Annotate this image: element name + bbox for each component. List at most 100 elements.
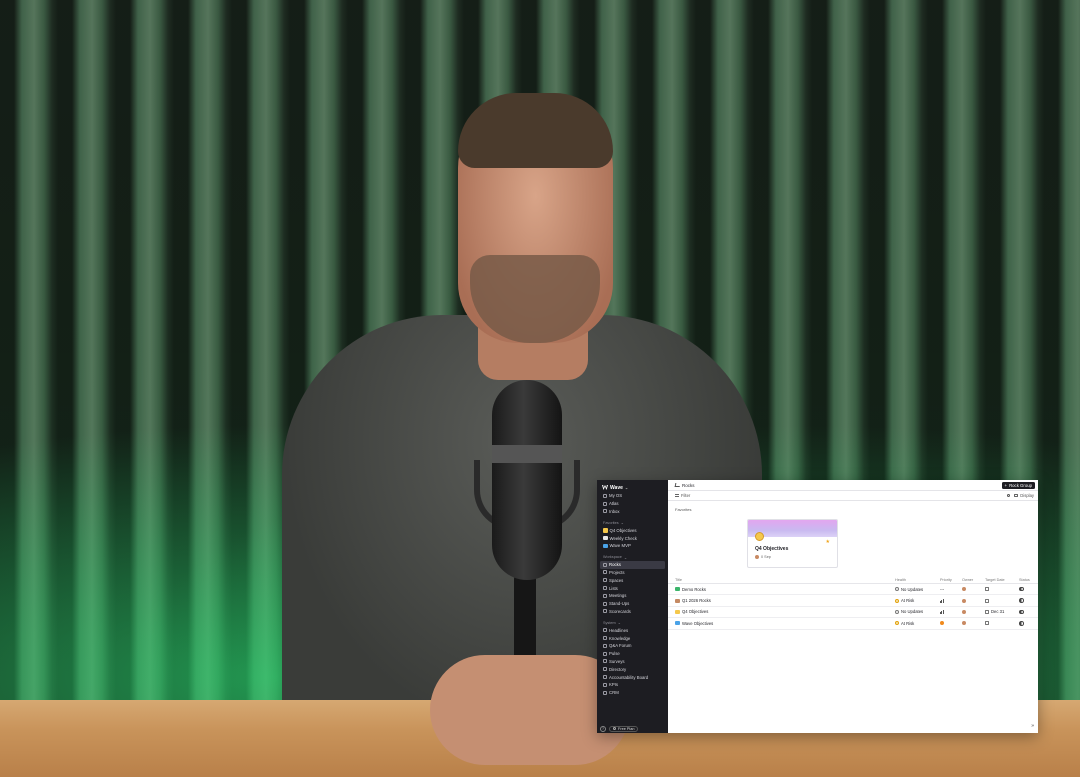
star-icon[interactable]: ★ bbox=[826, 539, 830, 545]
help-button[interactable]: ? bbox=[600, 725, 606, 732]
sidebar-item-surveys[interactable]: Surveys bbox=[600, 658, 665, 666]
row-priority[interactable]: --- bbox=[940, 584, 944, 594]
collapse-icon[interactable]: » bbox=[1031, 723, 1034, 729]
sidebar-item-lists[interactable]: Lists bbox=[600, 584, 665, 592]
row-target-date[interactable]: Dec 31 bbox=[985, 607, 1004, 617]
sidebar-item-rocks[interactable]: Rocks bbox=[600, 560, 665, 569]
row-owner[interactable] bbox=[962, 607, 966, 617]
projects-icon bbox=[603, 570, 607, 575]
sidebar-item-crm[interactable]: CRM bbox=[600, 689, 665, 697]
sidebar-item-my-os[interactable]: My OS bbox=[600, 492, 665, 500]
sidebar-item-spaces[interactable]: Spaces bbox=[600, 576, 665, 584]
knowledge-icon bbox=[603, 636, 607, 641]
sidebar-item-accountability-board[interactable]: Accountability Board bbox=[600, 673, 665, 681]
view-tools: Display bbox=[1006, 493, 1034, 498]
system-section-label[interactable]: System ⌄ bbox=[600, 619, 665, 626]
sidebar-item-wave-mvp[interactable]: Wave MVP bbox=[600, 542, 665, 550]
workspace-switcher[interactable]: Wave ⌄ bbox=[600, 483, 665, 492]
sidebar-item-knowledge[interactable]: Knowledge bbox=[600, 634, 665, 642]
sidebar-item-q4-objectives[interactable]: Q4 Objectives bbox=[600, 526, 665, 534]
col-status[interactable]: Status bbox=[1019, 576, 1030, 583]
row-priority[interactable] bbox=[940, 618, 944, 628]
row-status[interactable] bbox=[1019, 607, 1024, 617]
microphone-band bbox=[492, 445, 562, 463]
sidebar-item-label: Headlines bbox=[609, 627, 629, 633]
workspace-name: Wave bbox=[610, 484, 623, 491]
sidebar-item-label: Weekly Check bbox=[609, 535, 637, 541]
row-health[interactable]: At Risk bbox=[895, 595, 914, 605]
sidebar-item-q-a-forum[interactable]: Q&A Forum bbox=[600, 642, 665, 650]
new-rock-group-button[interactable]: + Rock Group bbox=[1001, 481, 1035, 489]
row-priority[interactable] bbox=[940, 607, 944, 617]
sidebar-item-label: Wave MVP bbox=[609, 543, 631, 549]
sidebar-item-label: Projects bbox=[609, 569, 625, 575]
sidebar-item-stand-ups[interactable]: Stand-Ups bbox=[600, 600, 665, 608]
search-icon[interactable] bbox=[1006, 493, 1011, 498]
plan-button[interactable]: Free Plan bbox=[609, 725, 639, 732]
row-target-date[interactable] bbox=[985, 595, 991, 605]
inbox-icon bbox=[603, 509, 607, 514]
calendar-icon bbox=[985, 598, 989, 603]
sidebar-item-atlas[interactable]: Atlas bbox=[600, 500, 665, 508]
sidebar-item-scorecards[interactable]: Scorecards bbox=[600, 608, 665, 616]
row-health[interactable]: At Risk bbox=[895, 618, 914, 628]
calendar-icon bbox=[985, 609, 989, 614]
microphone bbox=[492, 380, 562, 580]
sidebar-item-label: Rocks bbox=[609, 562, 621, 568]
health-icon bbox=[895, 598, 899, 603]
sidebar-item-meetings[interactable]: Meetings bbox=[600, 592, 665, 600]
sidebar-item-inbox[interactable]: Inbox bbox=[600, 508, 665, 516]
table-row[interactable]: Q1 2026 Rocks At Risk bbox=[668, 595, 1038, 607]
col-owner[interactable]: Owner bbox=[962, 576, 973, 583]
col-health[interactable]: Health bbox=[895, 576, 906, 583]
avatar bbox=[962, 609, 966, 614]
table-row[interactable]: Wave Objectives At Risk bbox=[668, 618, 1038, 630]
row-target-date[interactable] bbox=[985, 618, 991, 628]
main-panel: Rocks + Rock Group Filter Display Favori… bbox=[668, 480, 1038, 733]
row-priority[interactable] bbox=[940, 595, 944, 605]
col-target-date[interactable]: Target Date bbox=[985, 576, 1005, 583]
row-health[interactable]: No Updates bbox=[895, 584, 923, 594]
status-icon bbox=[1019, 609, 1024, 615]
row-status[interactable] bbox=[1019, 618, 1024, 628]
sidebar-item-label: Inbox bbox=[609, 508, 620, 514]
favorites-heading: Favorites bbox=[675, 507, 692, 512]
row-health[interactable]: No Updates bbox=[895, 607, 923, 617]
row-status[interactable] bbox=[1019, 584, 1024, 594]
table-row[interactable]: Q4 Objectives No Updates Dec 31 bbox=[668, 607, 1038, 619]
sidebar-item-label: Q&A Forum bbox=[609, 643, 632, 649]
filter-icon bbox=[675, 494, 679, 497]
breadcrumb: Rocks bbox=[674, 482, 695, 488]
sidebar-item-projects[interactable]: Projects bbox=[600, 569, 665, 577]
sidebar-item-label: Lists bbox=[609, 585, 618, 591]
col-title[interactable]: Title bbox=[675, 576, 682, 583]
display-button[interactable]: Display bbox=[1014, 493, 1034, 498]
priority-bars-icon bbox=[940, 609, 944, 614]
col-priority[interactable]: Priority bbox=[940, 576, 952, 583]
favorites-section-label[interactable]: Favorites ⌄ bbox=[600, 519, 665, 526]
breadcrumb-label: Rocks bbox=[682, 482, 695, 488]
calendar-icon bbox=[985, 621, 989, 626]
row-status[interactable] bbox=[1019, 595, 1024, 605]
sidebar-item-weekly-check[interactable]: Weekly Check bbox=[600, 534, 665, 542]
row-owner[interactable] bbox=[962, 595, 966, 605]
sidebar-item-label: Knowledge bbox=[609, 635, 631, 641]
row-title: Demo Rocks bbox=[675, 584, 706, 594]
workspace-section-label[interactable]: Workspace ⌄ bbox=[600, 554, 665, 561]
sidebar-item-pulse[interactable]: Pulse bbox=[600, 650, 665, 658]
home-icon bbox=[603, 493, 607, 498]
favorite-card[interactable]: ★ Q4 Objectives 0 Sep bbox=[747, 519, 838, 568]
atlas-icon bbox=[603, 501, 607, 506]
urgent-priority-icon bbox=[940, 621, 944, 626]
table-row[interactable]: Demo Rocks No Updates --- bbox=[668, 584, 1038, 596]
sidebar: Wave ⌄ My OS Atlas Inbox Favorites ⌄ Q4 Obj… bbox=[597, 480, 668, 733]
sidebar-item-headlines[interactable]: Headlines bbox=[600, 626, 665, 634]
row-owner[interactable] bbox=[962, 584, 966, 594]
filter-button[interactable]: Filter bbox=[675, 493, 690, 498]
sidebar-item-directory[interactable]: Directory bbox=[600, 665, 665, 673]
meetings-icon bbox=[603, 593, 607, 598]
rock-group-icon bbox=[675, 587, 680, 592]
sidebar-item-kpis[interactable]: KPIs bbox=[600, 681, 665, 689]
row-target-date[interactable] bbox=[985, 584, 991, 594]
row-owner[interactable] bbox=[962, 618, 966, 628]
